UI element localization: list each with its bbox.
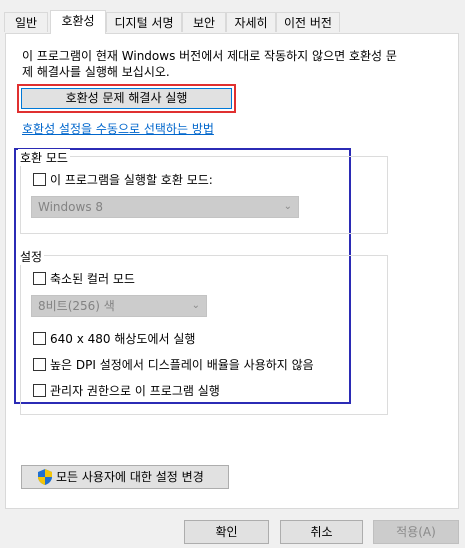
description-text: 이 프로그램이 현재 Windows 버전에서 제대로 작동하지 않으면 호환성…: [22, 49, 397, 79]
tab-details[interactable]: 자세히: [226, 12, 276, 32]
dpi-label[interactable]: 높은 DPI 설정에서 디스플레이 배율을 사용하지 않음: [50, 356, 314, 373]
color-mode-select-value: 8비트(256) 색: [38, 299, 115, 313]
compat-mode-checkbox[interactable]: [33, 173, 46, 186]
res-640-label[interactable]: 640 x 480 해상도에서 실행: [50, 330, 195, 347]
tab-security[interactable]: 보안: [182, 12, 226, 32]
ok-button[interactable]: 확인: [184, 520, 269, 544]
tab-digital-signature[interactable]: 디지털 서명: [106, 12, 182, 32]
compat-mode-group-label: 호환 모드: [18, 149, 70, 166]
all-users-settings-button[interactable]: 모든 사용자에 대한 설정 변경: [21, 465, 229, 489]
tab-previous-versions-label: 이전 버전: [284, 16, 332, 30]
cancel-button[interactable]: 취소: [280, 520, 363, 544]
apply-button[interactable]: 적용(A): [373, 520, 459, 544]
manual-settings-link[interactable]: 호환성 설정을 수동으로 선택하는 방법: [22, 120, 214, 137]
tab-strip: 일반 호환성 디지털 서명 보안 자세히 이전 버전: [0, 0, 465, 34]
shield-icon: [38, 469, 52, 485]
dpi-checkbox[interactable]: [33, 358, 46, 371]
tab-security-label: 보안: [192, 16, 216, 30]
tab-general[interactable]: 일반: [4, 12, 48, 32]
compat-mode-group: [20, 156, 388, 234]
tab-general-label: 일반: [14, 16, 38, 30]
color-mode-select[interactable]: 8비트(256) 색 ⌄: [31, 295, 207, 317]
res-640-checkbox[interactable]: [33, 332, 46, 345]
admin-checkbox[interactable]: [33, 384, 46, 397]
tab-digital-signature-label: 디지털 서명: [114, 16, 174, 30]
reduced-color-label[interactable]: 축소된 컬러 모드: [50, 270, 135, 287]
chevron-down-icon: ⌄: [283, 201, 292, 212]
chevron-down-icon: ⌄: [191, 300, 200, 311]
all-users-button-label: 모든 사용자에 대한 설정 변경: [56, 470, 204, 484]
admin-label[interactable]: 관리자 권한으로 이 프로그램 실행: [50, 382, 220, 399]
tab-details-label: 자세히: [234, 16, 268, 30]
reduced-color-checkbox[interactable]: [33, 272, 46, 285]
settings-group-label: 설정: [18, 248, 45, 265]
tab-compatibility-label: 호환성: [61, 14, 95, 28]
compat-mode-select-value: Windows 8: [38, 200, 104, 214]
tab-compatibility[interactable]: 호환성: [50, 10, 106, 34]
run-troubleshooter-button[interactable]: 호환성 문제 해결사 실행: [21, 88, 232, 109]
compat-mode-checkbox-label[interactable]: 이 프로그램을 실행할 호환 모드:: [50, 171, 213, 188]
tab-previous-versions[interactable]: 이전 버전: [276, 12, 340, 32]
compat-mode-select[interactable]: Windows 8 ⌄: [31, 196, 299, 218]
